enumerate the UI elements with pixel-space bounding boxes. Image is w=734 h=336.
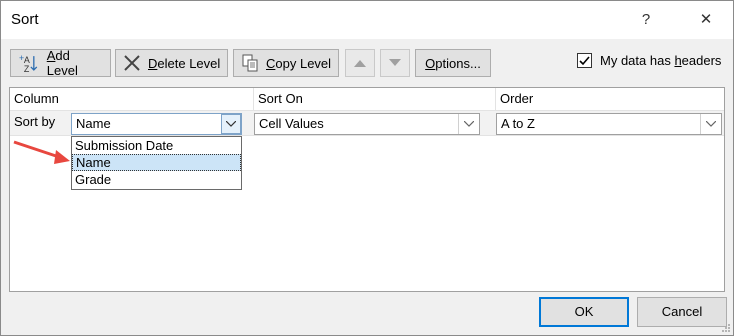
sort-on-header: Sort On: [254, 88, 496, 110]
sort-levels-grid: Column Sort On Order Sort by Name Cell V…: [9, 87, 725, 292]
order-select[interactable]: A to Z: [496, 113, 722, 135]
dropdown-option[interactable]: Submission Date: [72, 137, 241, 154]
chevron-down-icon: [464, 121, 474, 127]
sort-by-label: Sort by: [14, 114, 56, 129]
headers-checkbox[interactable]: [577, 53, 592, 68]
dialog-title: Sort: [11, 11, 39, 28]
arrow-down-icon: [389, 59, 401, 66]
order-header: Order: [500, 91, 534, 106]
title-bar: Sort ? ✕: [1, 1, 733, 39]
column-header: Column: [10, 88, 254, 110]
headers-checkbox-row[interactable]: My data has headers: [577, 53, 721, 68]
copy-level-button[interactable]: Copy Level: [233, 49, 339, 77]
help-button[interactable]: ?: [631, 7, 661, 33]
delete-x-icon: [124, 55, 140, 71]
cancel-button[interactable]: Cancel: [637, 297, 727, 327]
close-button[interactable]: ✕: [691, 7, 721, 33]
delete-level-label: Delete Level: [148, 55, 221, 71]
chevron-down-icon: [706, 121, 716, 127]
move-down-button[interactable]: [380, 49, 410, 77]
add-level-button[interactable]: + A Z Add Level: [10, 48, 111, 78]
add-level-label: Add Level: [46, 48, 78, 78]
sort-on-select[interactable]: Cell Values: [254, 113, 480, 135]
headers-checkbox-label: My data has headers: [600, 53, 722, 68]
column-dropdown-button[interactable]: [221, 114, 241, 134]
column-dropdown-list: Submission Date Name Grade: [71, 136, 242, 190]
add-level-icon: + A Z: [19, 53, 38, 73]
ok-button[interactable]: OK: [539, 297, 629, 327]
sort-on-select-value: Cell Values: [259, 116, 324, 131]
order-select-value: A to Z: [501, 116, 535, 131]
column-select[interactable]: Name: [71, 113, 242, 135]
resize-grip-icon[interactable]: [721, 323, 731, 333]
order-dropdown-button[interactable]: [700, 114, 721, 134]
copy-level-label: Copy Level: [266, 55, 332, 71]
dropdown-option[interactable]: Grade: [72, 171, 241, 188]
arrow-up-icon: [354, 60, 366, 67]
checkmark-icon: [579, 56, 590, 66]
options-label: Options...: [425, 55, 481, 71]
options-button[interactable]: Options...: [415, 49, 491, 77]
delete-level-button[interactable]: Delete Level: [115, 49, 228, 77]
dropdown-option-selected[interactable]: Name: [72, 154, 241, 171]
copy-icon: [242, 54, 258, 72]
column-select-value: Name: [76, 116, 111, 131]
sort-on-dropdown-button[interactable]: [458, 114, 479, 134]
chevron-down-icon: [226, 121, 236, 127]
svg-text:Z: Z: [24, 64, 30, 73]
move-up-button[interactable]: [345, 49, 375, 77]
sort-dialog: Sort ? ✕ + A Z Add Level Delete Level Co…: [0, 0, 734, 336]
annotation-arrow-icon: [13, 140, 70, 164]
